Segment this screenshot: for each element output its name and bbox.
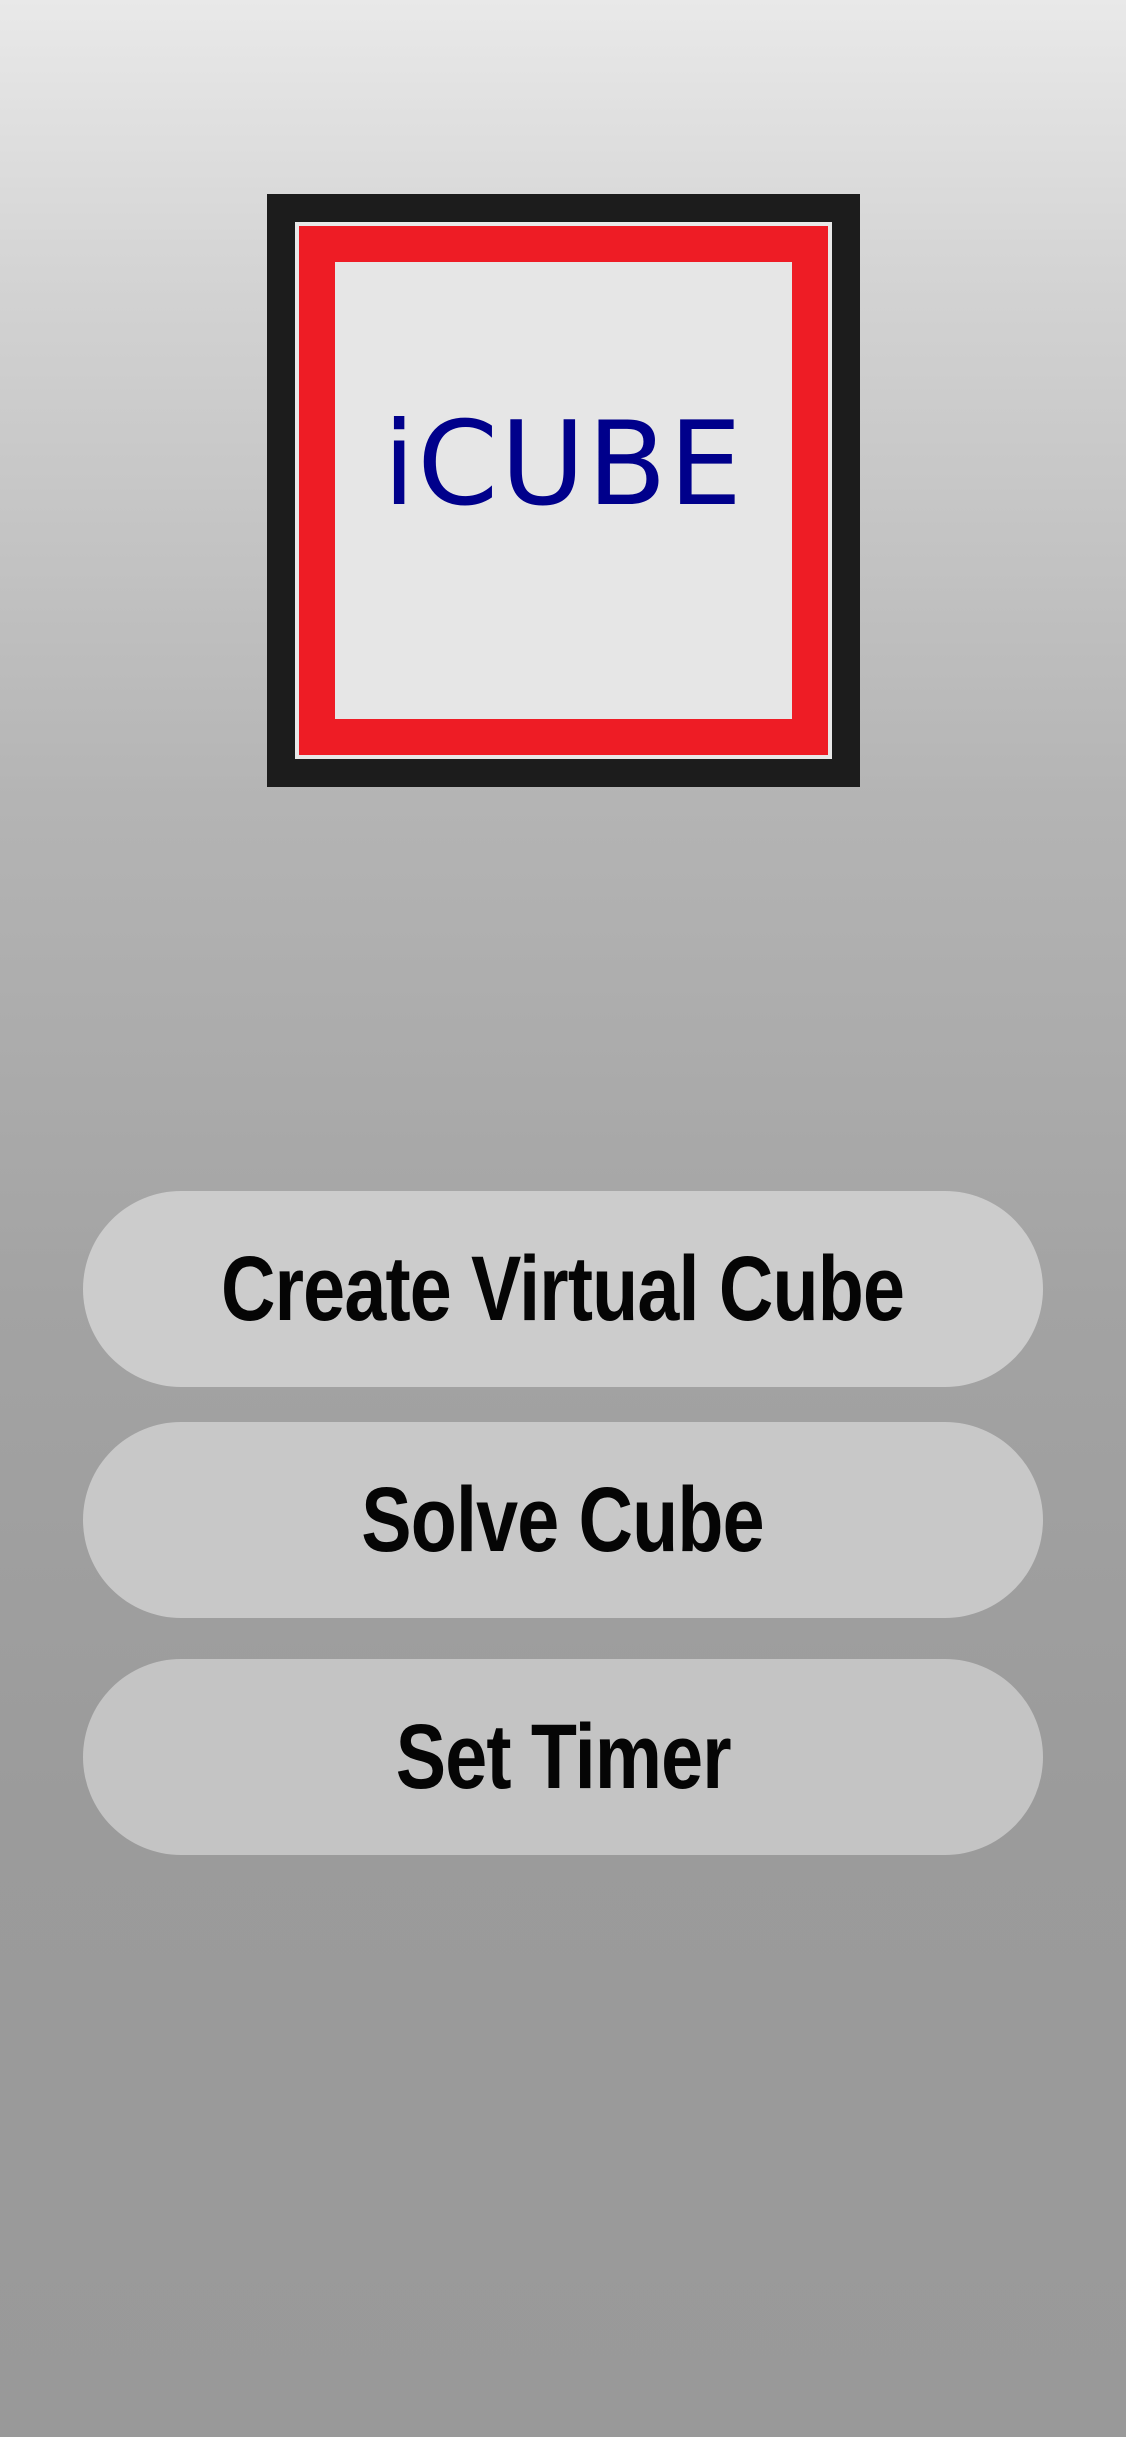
home-screen: iCUBE Create Virtual Cube Solve Cube Set… (0, 0, 1126, 2437)
solve-cube-label: Solve Cube (361, 1468, 765, 1571)
logo-red-border: iCUBE (299, 226, 828, 755)
set-timer-label: Set Timer (395, 1705, 731, 1808)
solve-cube-button[interactable]: Solve Cube (83, 1422, 1043, 1618)
create-virtual-cube-label: Create Virtual Cube (221, 1237, 905, 1340)
set-timer-button[interactable]: Set Timer (83, 1659, 1043, 1855)
create-virtual-cube-button[interactable]: Create Virtual Cube (83, 1191, 1043, 1387)
app-logo: iCUBE (267, 194, 860, 787)
logo-inner-panel: iCUBE (335, 262, 792, 719)
logo-text: iCUBE (382, 396, 744, 532)
logo-white-border: iCUBE (295, 222, 832, 759)
